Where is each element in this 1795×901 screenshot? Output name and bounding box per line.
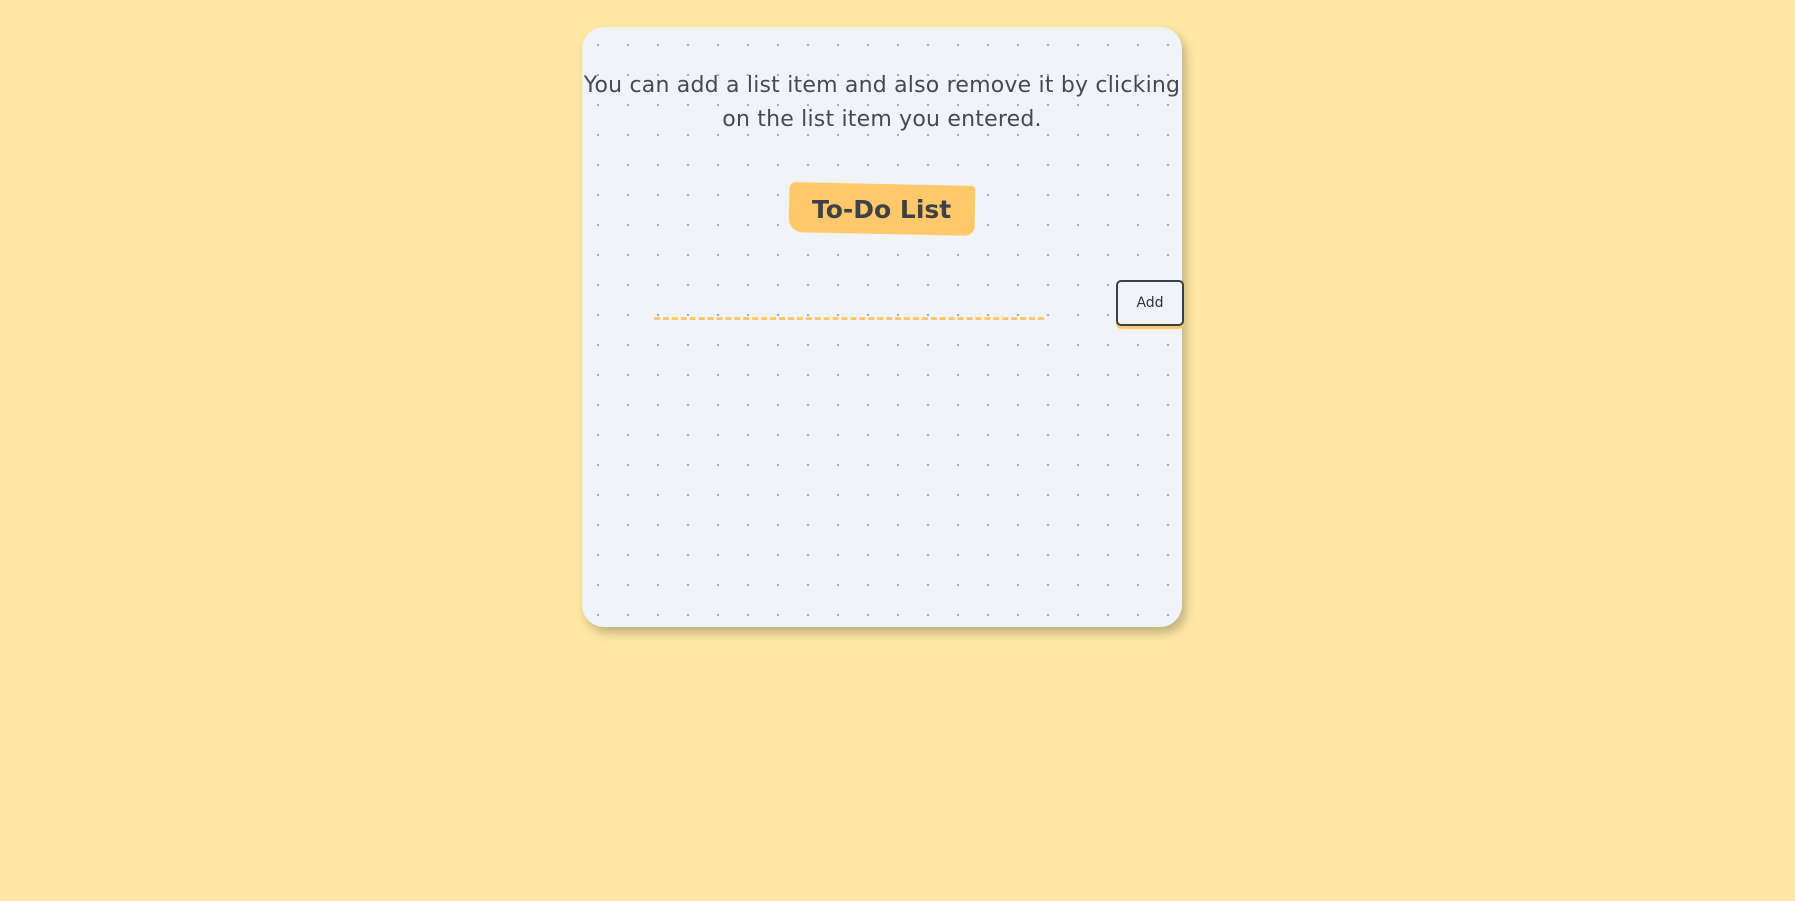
add-button[interactable]: Add (1116, 280, 1184, 326)
todo-input[interactable] (654, 280, 1044, 320)
intro-text: You can add a list item and also remove … (583, 73, 1181, 132)
add-item-form: Add (654, 280, 1184, 336)
todo-card: You can add a list item and also remove … (582, 27, 1184, 627)
title-highlight: To-Do List (788, 182, 976, 236)
page-title: To-Do List (812, 194, 952, 224)
